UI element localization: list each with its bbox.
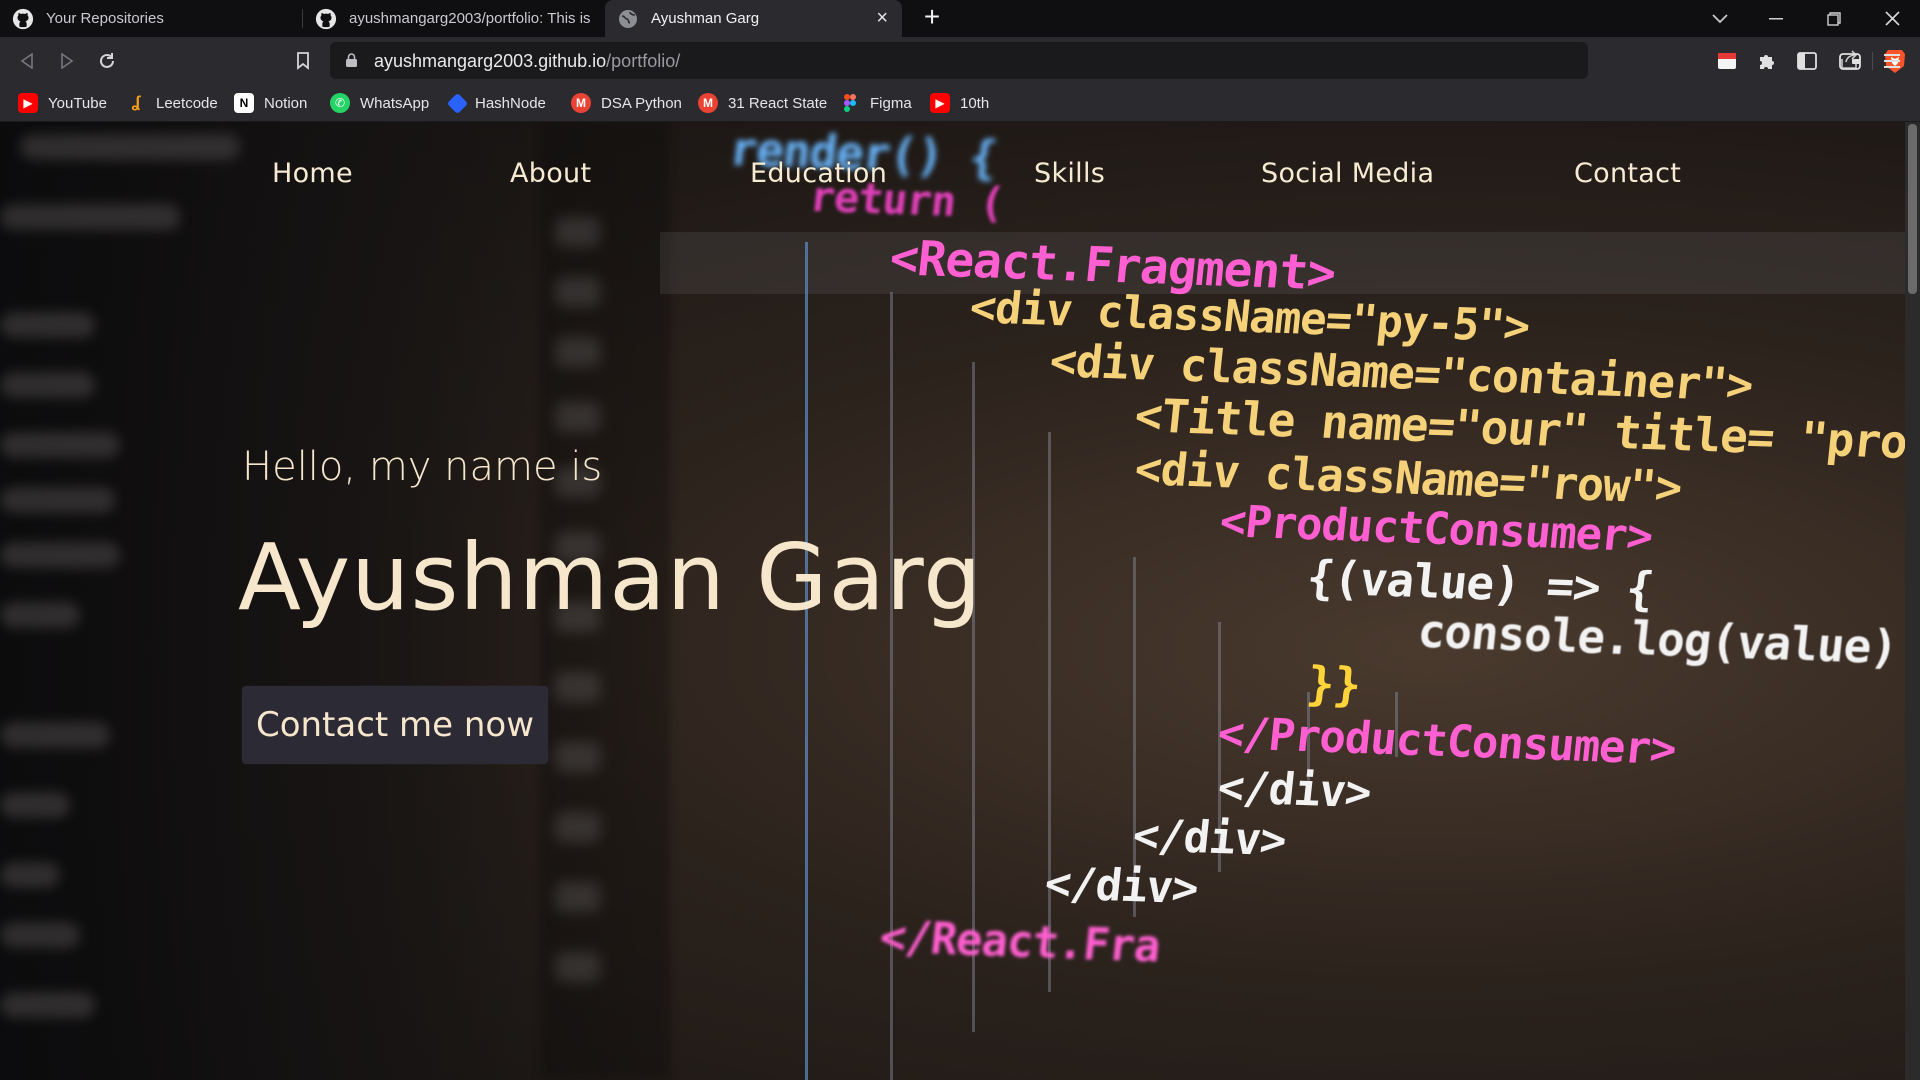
hashnode-icon — [446, 92, 469, 114]
tab-portfolio-repo[interactable]: ayushmangarg2003/portfolio: This is m — [303, 0, 605, 37]
code-line: </React.Fra — [877, 912, 1163, 973]
url-host: ayushmangarg2003.github.io — [374, 51, 607, 71]
blurred-code-line — [0, 792, 70, 818]
nav-link-about[interactable]: About — [510, 158, 591, 189]
bookmark-youtube[interactable]: ▶ YouTube — [18, 91, 107, 115]
extensions-puzzle-icon[interactable] — [1755, 49, 1779, 73]
tab-strip: Your Repositories ayushmangarg2003/portf… — [0, 0, 1920, 37]
tab-title: Ayushman Garg — [651, 10, 760, 27]
tab-title: Your Repositories — [46, 10, 164, 27]
blurred-code-line — [0, 862, 60, 888]
blurred-code-line — [0, 722, 110, 748]
address-divider — [1872, 52, 1873, 70]
address-bar[interactable]: ayushmangarg2003.github.io/portfolio/ — [330, 42, 1905, 79]
code-line: </div> — [1215, 762, 1374, 819]
gmail-icon: M — [571, 93, 591, 113]
bookmark-label: 10th — [960, 94, 990, 112]
bookmark-whatsapp[interactable]: ✆ WhatsApp — [330, 91, 429, 115]
blurred-line-number — [555, 337, 600, 367]
code-line: </div> — [1042, 858, 1201, 915]
code-line: console.log(value) — [1415, 604, 1900, 675]
bookmark-react-state[interactable]: M 31 React State — [698, 91, 827, 115]
blurred-line-number — [555, 742, 600, 772]
nav-link-skills[interactable]: Skills — [1034, 158, 1105, 189]
youtube-icon: ▶ — [18, 93, 38, 113]
contact-me-button[interactable]: Contact me now — [242, 686, 548, 764]
menu-icon[interactable] — [1880, 49, 1904, 73]
figma-icon — [840, 93, 860, 113]
blurred-line-number — [555, 402, 600, 432]
blurred-code-line — [0, 992, 95, 1018]
tab-your-repositories[interactable]: Your Repositories — [0, 0, 303, 37]
tab-search-chevron-icon[interactable] — [1692, 0, 1748, 37]
window-close-icon[interactable] — [1864, 0, 1920, 37]
bookmark-label: WhatsApp — [360, 94, 430, 112]
blurred-code-line — [0, 312, 95, 338]
blurred-code-line — [0, 922, 80, 948]
wallet-icon[interactable] — [1838, 49, 1862, 73]
bookmark-icon[interactable] — [288, 46, 318, 76]
tab-title: ayushmangarg2003/portfolio: This is m — [349, 10, 593, 27]
tab-ayushman-garg[interactable]: Ayushman Garg × — [605, 0, 902, 37]
youtube-icon: ▶ — [930, 93, 950, 113]
restore-icon[interactable] — [1806, 0, 1862, 37]
minimize-icon[interactable] — [1748, 0, 1804, 37]
close-tab-icon[interactable]: × — [876, 7, 888, 30]
code-line: </div> — [1130, 810, 1289, 867]
bookmark-label: Leetcode — [156, 94, 218, 112]
bookmark-leetcode[interactable]: ʆ Leetcode — [126, 91, 218, 115]
site-navbar: Home About Education Skills Social Media… — [0, 122, 1905, 232]
bookmarks-bar: ▶ YouTube ʆ Leetcode N Notion ✆ WhatsApp… — [0, 85, 1920, 122]
blurred-code-line — [0, 487, 115, 513]
blurred-line-number — [555, 672, 600, 702]
nav-link-social-media[interactable]: Social Media — [1261, 158, 1434, 189]
leetcode-icon: ʆ — [131, 94, 141, 111]
blurred-line-number — [555, 812, 600, 842]
bookmark-label: YouTube — [48, 94, 107, 112]
code-line: }} — [1304, 656, 1364, 712]
globe-icon — [617, 8, 639, 30]
reload-icon[interactable] — [92, 46, 122, 76]
blurred-code-line — [0, 432, 120, 458]
notion-icon: N — [234, 93, 254, 113]
url-path: /portfolio/ — [606, 51, 681, 71]
forward-icon[interactable] — [52, 46, 82, 76]
page-scrollbar[interactable] — [1905, 122, 1920, 1080]
bookmark-label: DSA Python — [601, 94, 682, 112]
url-text: ayushmangarg2003.github.io/portfolio/ — [374, 51, 680, 72]
scrollbar-thumb[interactable] — [1908, 124, 1917, 294]
bookmark-figma[interactable]: Figma — [840, 91, 912, 115]
blurred-code-line — [0, 602, 80, 628]
nav-link-education[interactable]: Education — [750, 158, 887, 189]
bookmark-label: 31 React State — [728, 94, 828, 112]
blurred-code-line — [0, 372, 95, 398]
bookmark-10th[interactable]: ▶ 10th — [930, 91, 989, 115]
hero-greeting: Hello, my name is — [242, 444, 603, 490]
indent-guide — [805, 242, 808, 1080]
hero-name: Ayushman Garg — [238, 524, 983, 631]
nav-link-home[interactable]: Home — [272, 158, 353, 189]
nav-link-contact[interactable]: Contact — [1574, 158, 1681, 189]
back-icon[interactable] — [12, 46, 42, 76]
github-icon — [315, 8, 337, 30]
bookmark-label: Figma — [870, 94, 912, 112]
extension-news-icon[interactable] — [1715, 49, 1739, 73]
bookmark-label: HashNode — [475, 94, 546, 112]
blurred-line-number — [555, 277, 600, 307]
whatsapp-icon: ✆ — [330, 93, 350, 113]
bookmark-label: Notion — [264, 94, 308, 112]
new-tab-button[interactable]: + — [916, 2, 948, 34]
bookmark-notion[interactable]: N Notion — [234, 91, 307, 115]
bookmark-hashnode[interactable]: HashNode — [446, 91, 546, 115]
gmail-icon: M — [698, 93, 718, 113]
blurred-line-number — [555, 952, 600, 982]
page-viewport: render() { return ( <React.Fragment> <di… — [0, 122, 1905, 1080]
lock-icon — [346, 53, 357, 67]
github-icon — [12, 8, 34, 30]
bookmark-dsa-python[interactable]: M DSA Python — [571, 91, 682, 115]
blurred-line-number — [555, 882, 600, 912]
sidebar-toggle-icon[interactable] — [1795, 49, 1819, 73]
blurred-code-line — [0, 542, 120, 568]
browser-toolbar: ayushmangarg2003.github.io/portfolio/ — [0, 37, 1920, 85]
